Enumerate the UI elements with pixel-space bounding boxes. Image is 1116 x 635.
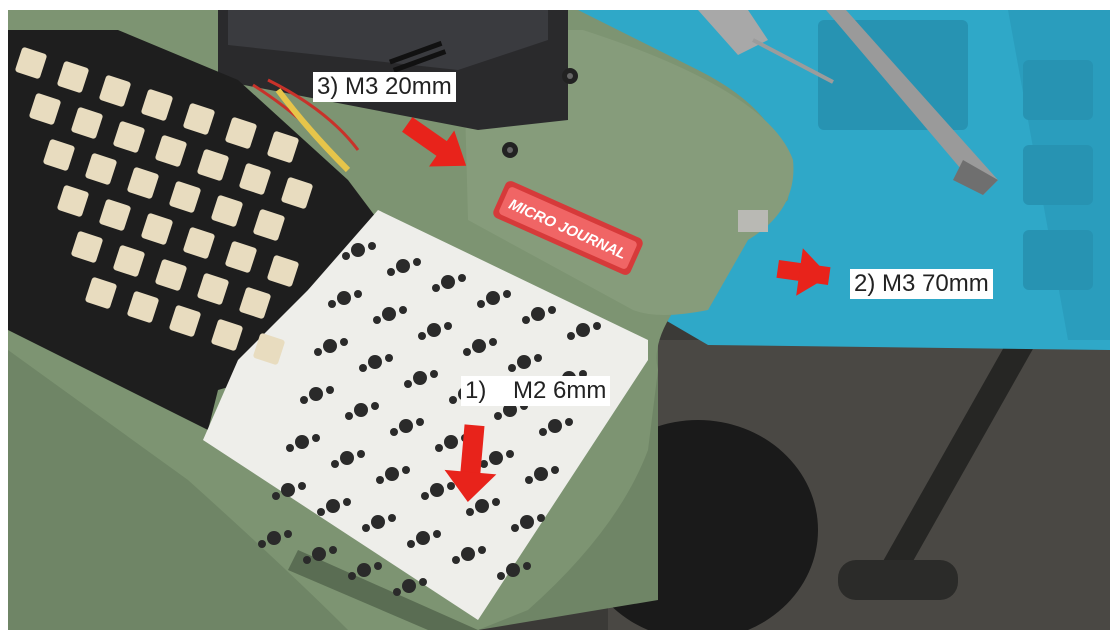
callout-label-1: 1) M2 6mm [461,376,611,406]
arrows [402,117,831,502]
arrow-1 [444,424,497,502]
callout-label-2: 2) M3 70mm [850,269,993,299]
callout-label-3: 3) M3 20mm [313,72,456,102]
arrow-2 [776,248,831,296]
arrow-3 [402,117,467,167]
figure: MICRO JOURNAL 3) M3 20mm 2) M3 70mm 1) M… [0,0,1116,635]
